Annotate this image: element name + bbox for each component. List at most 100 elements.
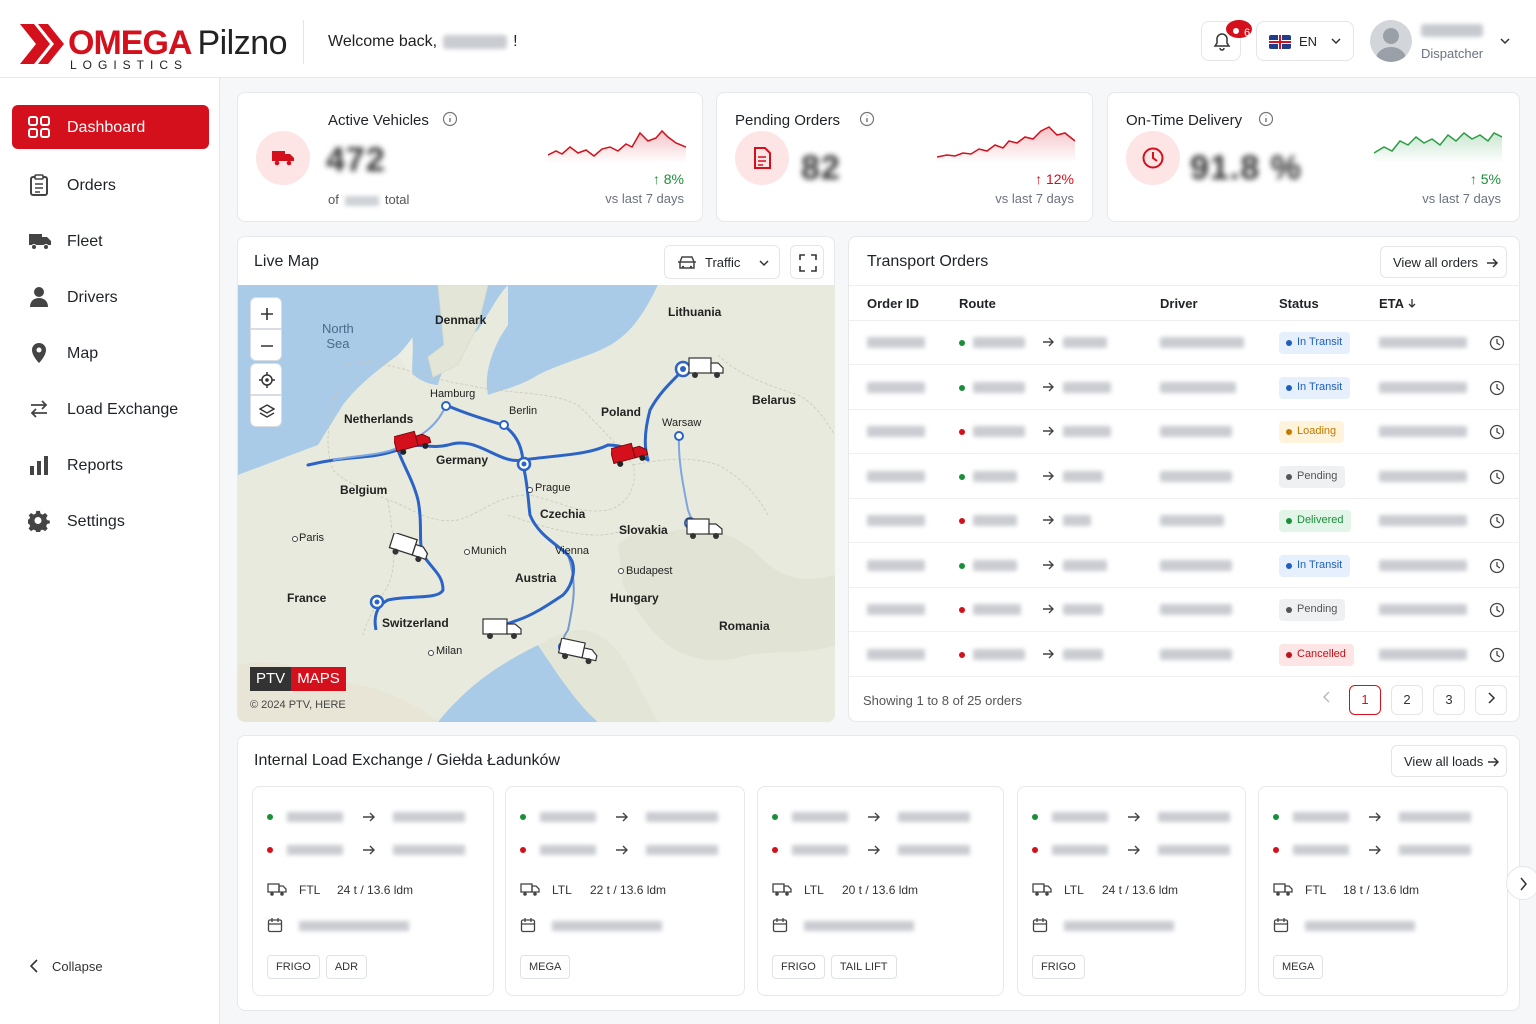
page-button-2[interactable]: 2	[1391, 685, 1423, 715]
route-status-dot	[959, 384, 965, 391]
sidebar-item-label: Settings	[67, 513, 125, 530]
prev-page-button[interactable]	[1311, 685, 1343, 715]
dashboard-icon	[28, 116, 50, 138]
map-label-budapest: Budapest	[626, 565, 673, 577]
language-selector[interactable]: EN	[1256, 21, 1354, 61]
load-card[interactable]: FTL 24 t / 13.6 ldm FRIGO ADR	[252, 786, 494, 996]
zoom-out-button[interactable]	[250, 329, 282, 361]
load-card[interactable]: LTL 20 t / 13.6 ldm FRIGO TAIL LIFT	[757, 786, 1004, 996]
sidebar-item-orders[interactable]: Orders	[12, 163, 209, 207]
page-button-3[interactable]: 3	[1433, 685, 1465, 715]
red-truck-icon[interactable]	[394, 428, 432, 456]
table-row[interactable]: In Transit	[849, 321, 1521, 365]
sidebar-item-fleet[interactable]: Fleet	[12, 219, 209, 263]
arrow-right-icon	[1043, 649, 1054, 658]
view-all-loads-button[interactable]: View all loads	[1391, 745, 1507, 777]
clock-icon[interactable]	[1489, 424, 1505, 440]
table-row[interactable]: Pending	[849, 455, 1521, 499]
map-label-slovakia: Slovakia	[619, 523, 668, 537]
avatar	[1370, 20, 1412, 62]
load-card[interactable]: LTL 24 t / 13.6 ldm FRIGO	[1017, 786, 1246, 996]
live-map-panel: Live Map Traffic North Sea Denmark Lithu…	[237, 236, 835, 722]
red-truck-icon[interactable]	[611, 440, 649, 468]
white-truck-icon[interactable]	[388, 533, 432, 565]
clock-icon[interactable]	[1489, 469, 1505, 485]
table-row[interactable]: Pending	[849, 588, 1521, 632]
map-label-munich: Munich	[471, 545, 507, 557]
top-header: OMEGA Pilzno LOGISTICS Welcome back,! 6 E…	[0, 0, 1536, 78]
info-icon[interactable]	[442, 111, 458, 127]
info-icon[interactable]	[859, 111, 875, 127]
next-page-button[interactable]	[1475, 685, 1507, 715]
kpi-title: Pending Orders	[735, 112, 841, 129]
column-header-status[interactable]: Status	[1279, 296, 1319, 311]
welcome-text: Welcome back,	[328, 33, 438, 50]
notifications-button[interactable]: 6	[1201, 20, 1252, 61]
clock-icon[interactable]	[1489, 647, 1505, 663]
user-name-redacted	[443, 34, 508, 49]
column-header-eta-label: ETA	[1379, 296, 1404, 311]
table-row[interactable]: Delivered	[849, 499, 1521, 543]
bar-chart-icon	[30, 456, 48, 475]
table-row[interactable]: Loading	[849, 410, 1521, 454]
destination-dot	[520, 847, 526, 853]
column-header-route[interactable]: Route	[959, 296, 996, 311]
map-label-belgium: Belgium	[340, 483, 388, 497]
load-card[interactable]: LTL 22 t / 13.6 ldm MEGA	[505, 786, 745, 996]
layers-button[interactable]	[250, 395, 282, 427]
load-type: FTL	[1305, 883, 1327, 897]
clock-icon[interactable]	[1489, 380, 1505, 396]
map-label-france: France	[287, 591, 327, 605]
info-icon[interactable]	[1258, 111, 1274, 127]
white-truck-icon[interactable]	[686, 516, 724, 542]
table-row[interactable]: In Transit	[849, 544, 1521, 588]
white-truck-icon[interactable]	[688, 355, 724, 381]
map-label-denmark: Denmark	[435, 313, 487, 327]
sidebar-item-dashboard[interactable]: Dashboard	[12, 105, 209, 149]
clock-icon[interactable]	[1489, 335, 1505, 351]
sidebar-item-load-exchange[interactable]: Load Exchange	[12, 387, 209, 431]
sidebar-item-settings[interactable]: Settings	[12, 499, 209, 543]
plus-icon	[261, 308, 273, 320]
sidebar-item-drivers[interactable]: Drivers	[12, 275, 209, 319]
panel-title: Transport Orders	[867, 253, 989, 270]
column-header-order-id[interactable]: Order ID	[867, 296, 919, 311]
collapse-label: Collapse	[52, 959, 103, 974]
driver-name-redacted	[1160, 470, 1232, 482]
kpi-change: ↑ 5%	[1469, 171, 1501, 187]
load-route-origin	[520, 809, 730, 825]
load-tag: FRIGO	[267, 955, 320, 979]
page-button-1[interactable]: 1	[1349, 685, 1381, 715]
sidebar-item-reports[interactable]: Reports	[12, 443, 209, 487]
column-header-eta[interactable]: ETA	[1379, 296, 1417, 311]
view-all-orders-button[interactable]: View all orders	[1380, 246, 1507, 278]
language-label: EN	[1299, 34, 1318, 49]
map-canvas[interactable]: North Sea Denmark Lithuania Hamburg Berli…	[238, 285, 835, 722]
locate-button[interactable]	[250, 363, 282, 395]
fullscreen-button[interactable]	[790, 245, 824, 279]
table-row[interactable]: In Transit	[849, 366, 1521, 410]
sidebar-item-map[interactable]: Map	[12, 331, 209, 375]
load-card[interactable]: FTL 18 t / 13.6 ldm MEGA	[1258, 786, 1508, 996]
arrow-right-icon	[1043, 515, 1054, 525]
route-status-dot	[959, 607, 965, 613]
white-truck-icon[interactable]	[558, 638, 600, 668]
truck-icon	[772, 883, 792, 896]
map-label-milan: Milan	[436, 645, 463, 657]
origin-detail-redacted	[1158, 812, 1230, 822]
column-header-driver[interactable]: Driver	[1160, 296, 1198, 311]
load-route-destination	[1273, 842, 1483, 858]
traffic-layer-dropdown[interactable]: Traffic	[664, 245, 780, 279]
kpi-change-value: 8%	[663, 171, 684, 187]
table-row[interactable]: Cancelled	[849, 633, 1521, 677]
eta-redacted	[1379, 648, 1467, 660]
clock-icon[interactable]	[1489, 602, 1505, 618]
clock-icon[interactable]	[1489, 558, 1505, 574]
origin-dot	[520, 814, 526, 820]
user-menu[interactable]: Dispatcher	[1370, 18, 1520, 66]
clock-icon[interactable]	[1489, 513, 1505, 529]
load-cards-next-button[interactable]	[1506, 866, 1536, 900]
zoom-in-button[interactable]	[250, 297, 282, 329]
white-truck-icon[interactable]	[482, 616, 524, 642]
company-logo[interactable]: OMEGA Pilzno LOGISTICS	[20, 18, 290, 74]
